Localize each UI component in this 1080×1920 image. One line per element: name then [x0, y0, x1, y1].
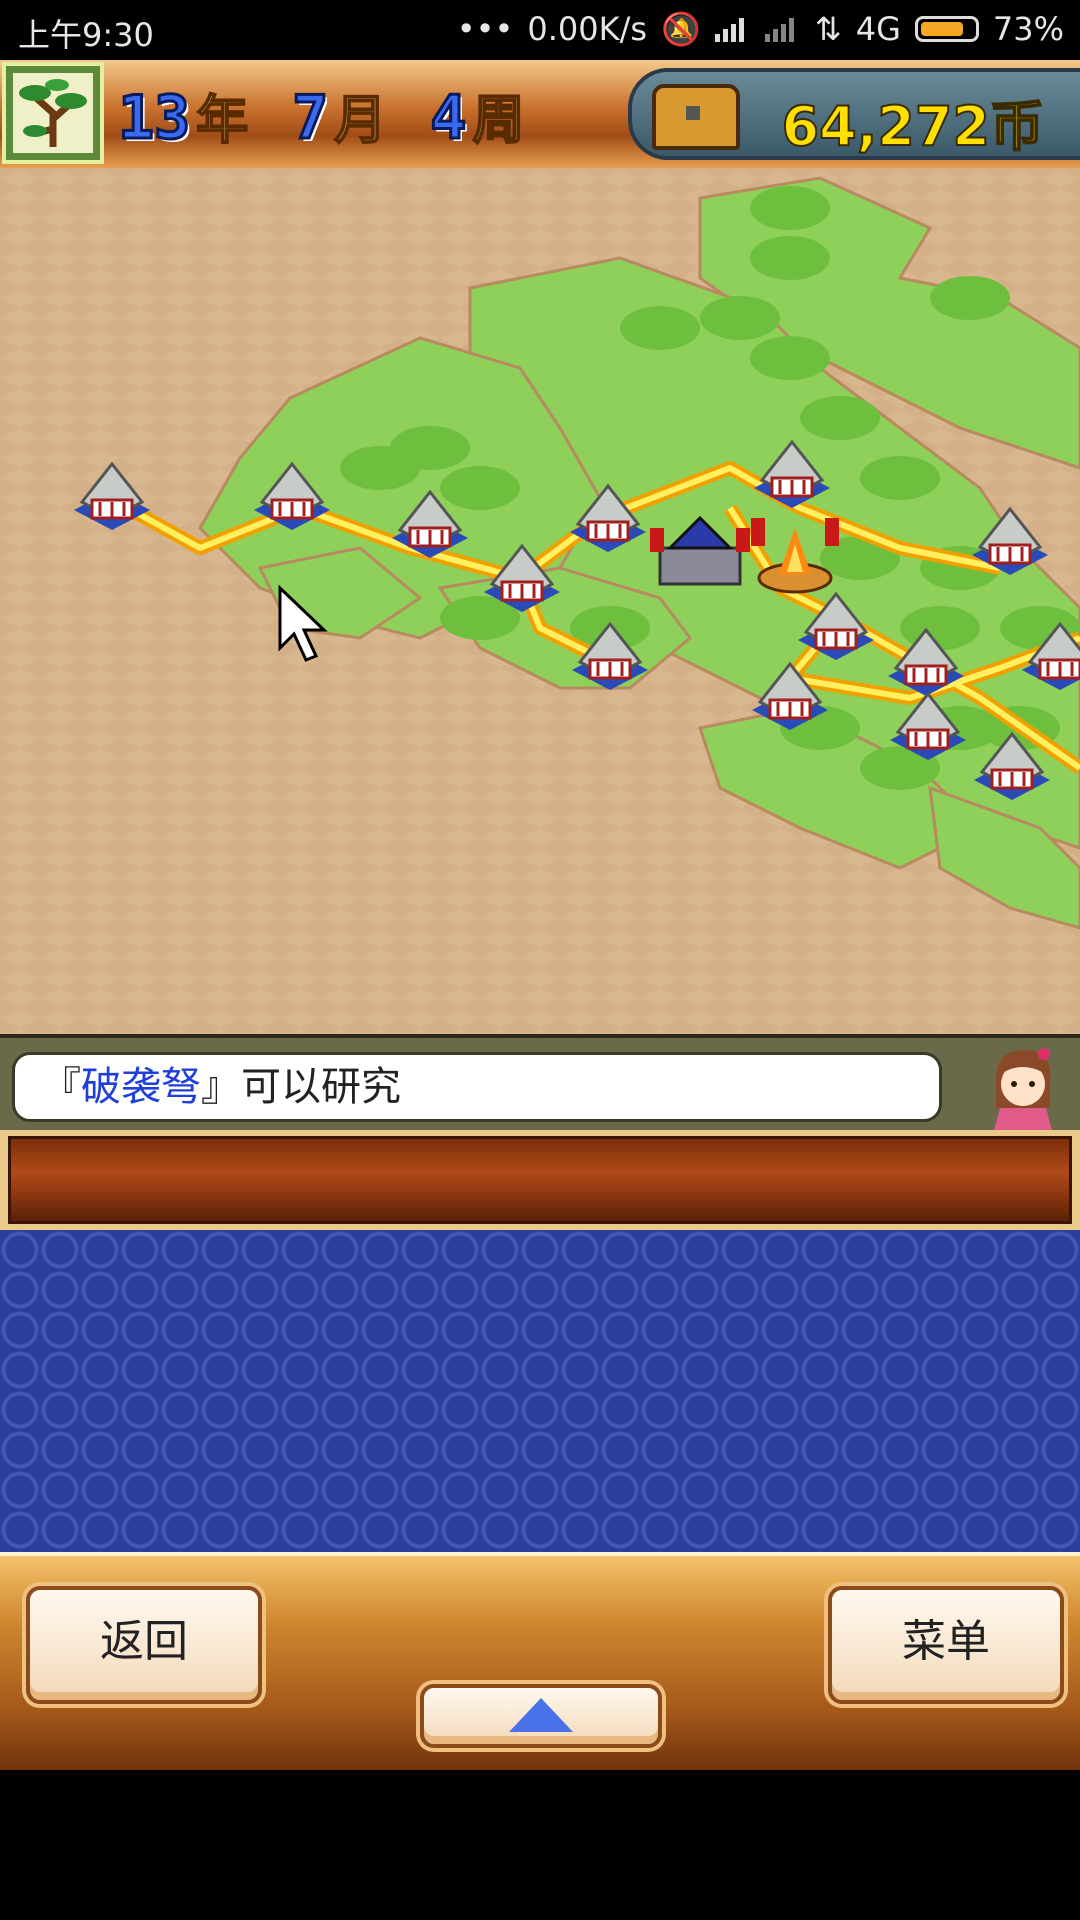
battery-percent: 73%: [992, 10, 1064, 48]
game-date: 13 年 7 月 4 周: [116, 78, 563, 155]
message-bar: 『破袭弩』可以研究: [0, 1034, 1080, 1134]
back-button[interactable]: 返回: [26, 1586, 262, 1704]
nav-bar-area: [0, 1770, 1080, 1920]
status-time: 上午9:30: [18, 16, 154, 54]
money-amount: 64,272币: [781, 94, 1045, 159]
message-highlight: 破袭弩: [81, 1064, 201, 1110]
signal-icon: [714, 16, 751, 42]
money-panel: 64,272币: [628, 68, 1080, 160]
game-header: 13 年 7 月 4 周 64,272币: [0, 60, 1080, 172]
battery-icon: [914, 16, 979, 42]
week-number: 4: [429, 82, 468, 155]
menu-button[interactable]: 菜单: [828, 1586, 1064, 1704]
expand-button[interactable]: [420, 1684, 662, 1748]
data-arrows-icon: ⇅: [814, 10, 842, 48]
advisor-portrait-icon: [994, 1048, 1052, 1130]
game-map[interactable]: [0, 168, 1080, 1034]
message-close-bracket: 』: [201, 1064, 241, 1110]
week-unit: 周: [472, 90, 526, 152]
year-number: 13: [116, 82, 191, 155]
mute-icon: 🔕: [661, 10, 701, 48]
up-arrow-icon: [509, 1698, 573, 1732]
message-open-bracket: 『: [41, 1064, 81, 1110]
status-bar: 上午9:30 ••• 0.00K/s 🔕 ⇅ 4G 73%: [0, 0, 1080, 60]
message-bubble: 『破袭弩』可以研究: [12, 1052, 942, 1122]
net-speed: 0.00K/s: [527, 10, 648, 48]
treasure-chest-icon: [652, 84, 740, 150]
more-dots: •••: [456, 10, 514, 48]
bottom-controls: 返回 菜单: [0, 1552, 1080, 1774]
month-number: 7: [291, 82, 330, 155]
status-right: ••• 0.00K/s 🔕 ⇅ 4G 73%: [457, 10, 1064, 48]
year-unit: 年: [195, 90, 249, 152]
month-unit: 月: [333, 90, 387, 152]
info-bar: [0, 1130, 1080, 1230]
network-type: 4G: [855, 10, 901, 48]
message-text: 可以研究: [241, 1064, 401, 1110]
tree-icon[interactable]: [2, 62, 104, 164]
map-terrain[interactable]: [0, 168, 1080, 1034]
signal-icon-2: [764, 16, 801, 42]
content-panel: [0, 1230, 1080, 1552]
